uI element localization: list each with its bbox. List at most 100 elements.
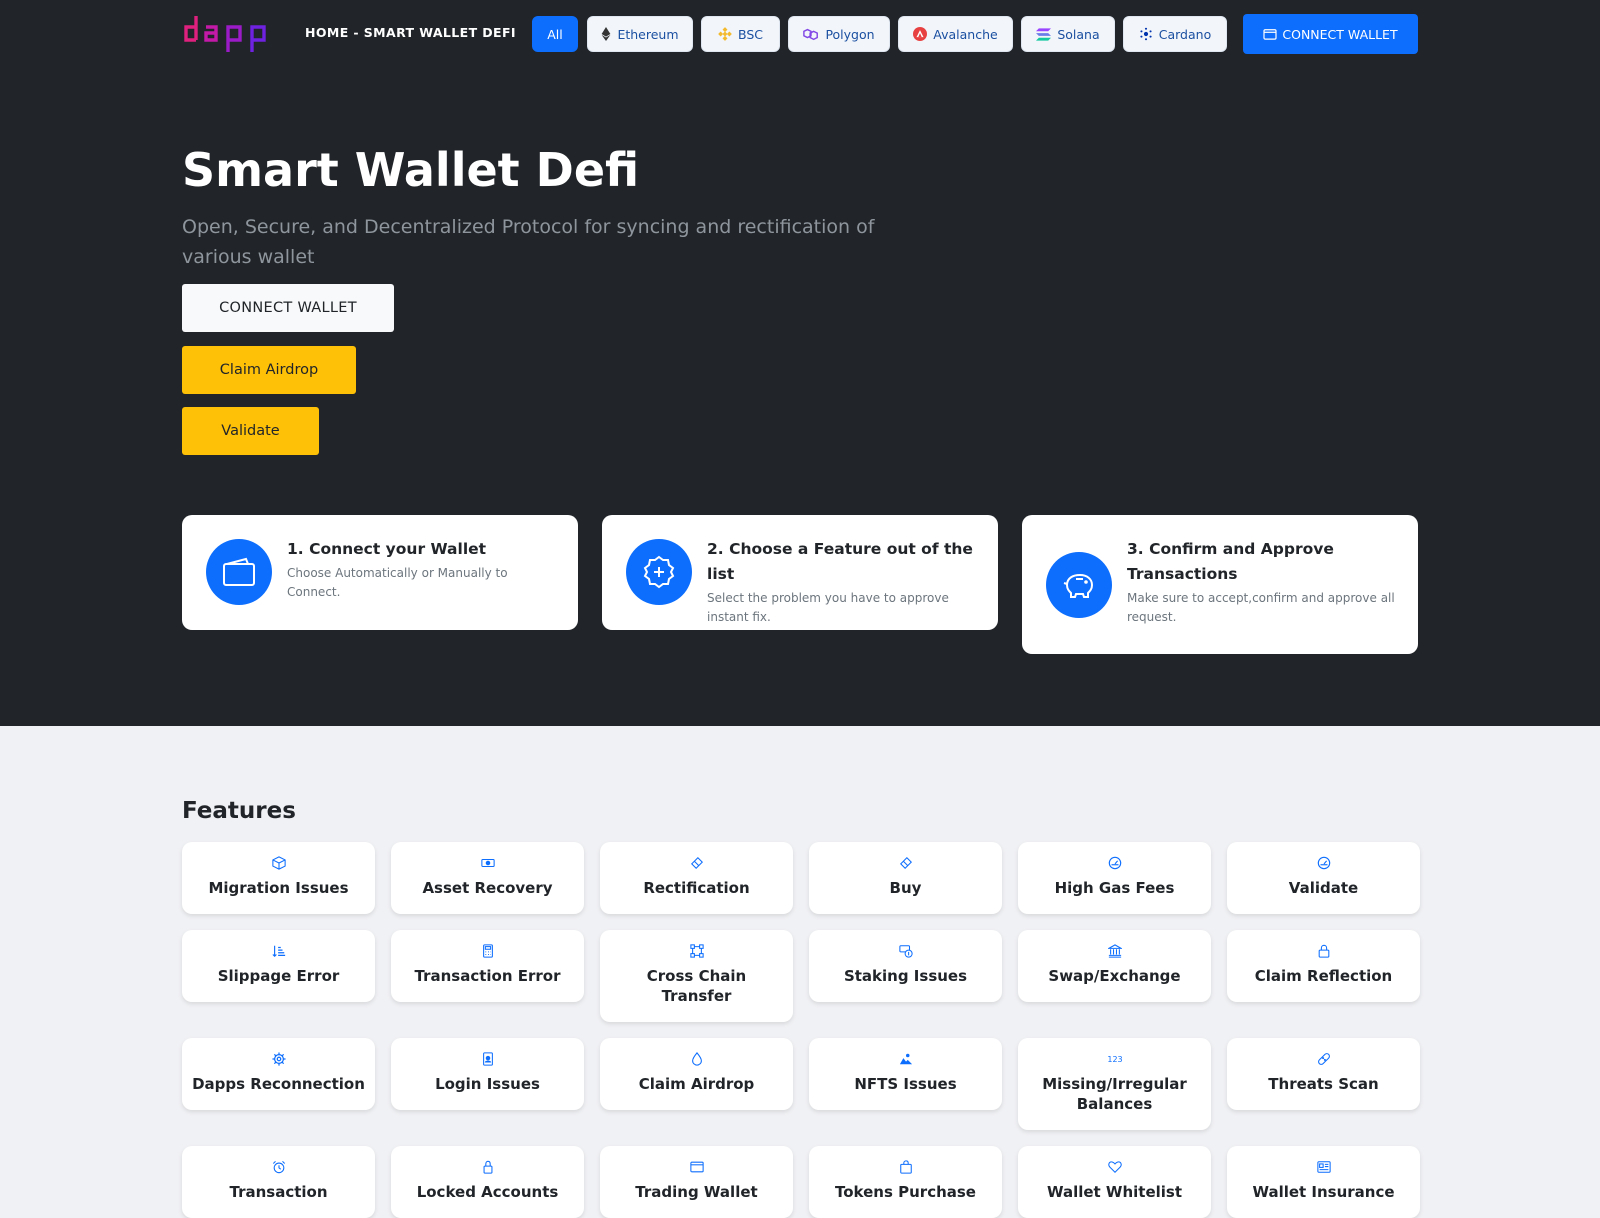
lock-icon: [483, 1160, 492, 1174]
chain-filter-solana[interactable]: Solana: [1021, 16, 1115, 52]
tag-icon: [899, 857, 912, 869]
alarm-icon: [272, 1160, 285, 1174]
chain-label: Cardano: [1158, 26, 1212, 42]
ethereum-icon: [602, 27, 611, 41]
feature-card-staking-issues[interactable]: Staking Issues: [809, 930, 1002, 1002]
feature-card-trading-wallet[interactable]: Trading Wallet: [600, 1146, 793, 1218]
dapp-logo[interactable]: [182, 12, 272, 54]
droplet-icon: [691, 1052, 702, 1066]
feature-card-slippage-error[interactable]: Slippage Error: [182, 930, 375, 1002]
feature-label: Threats Scan: [1268, 1075, 1379, 1093]
feature-card-buy[interactable]: Buy: [809, 842, 1002, 914]
step-title: 2. Choose a Feature out of the list: [707, 540, 973, 583]
feature-label: High Gas Fees: [1054, 879, 1175, 897]
feature-label: Transaction: [229, 1183, 328, 1201]
feature-card-dapps-reconnection[interactable]: Dapps Reconnection: [182, 1038, 375, 1110]
step-description: Choose Automatically or Manually to Conn…: [287, 566, 508, 599]
step-text: 2. Choose a Feature out of the list Sele…: [707, 537, 980, 627]
feature-card-locked-accounts[interactable]: Locked Accounts: [391, 1146, 584, 1218]
feature-label: Dapps Reconnection: [192, 1075, 365, 1093]
feature-card-claim-airdrop[interactable]: Claim Airdrop: [600, 1038, 793, 1110]
feature-card-transaction-error[interactable]: Transaction Error: [391, 930, 584, 1002]
feature-card-validate[interactable]: Validate: [1227, 842, 1420, 914]
svg-text:123: 123: [1107, 1055, 1122, 1064]
coins-icon: [898, 945, 913, 958]
chain-label: Polygon: [825, 26, 875, 42]
feature-label: Validate: [1288, 879, 1359, 897]
feature-label: Migration Issues: [208, 879, 349, 897]
chain-filter-ethereum[interactable]: Ethereum: [587, 16, 693, 52]
nav-home-title[interactable]: HOME - SMART WALLET DEFI: [305, 25, 516, 40]
chain-filter-cardano[interactable]: Cardano: [1123, 16, 1227, 52]
chain-filter-bsc[interactable]: BSC: [701, 16, 780, 52]
box-icon: [271, 856, 286, 870]
wallet-icon: [1263, 29, 1277, 40]
plus-badge-icon: [643, 555, 675, 589]
feature-card-migration-issues[interactable]: Migration Issues: [182, 842, 375, 914]
feature-card-nfts-issues[interactable]: NFTS Issues: [809, 1038, 1002, 1110]
feature-card-high-gas-fees[interactable]: High Gas Fees: [1018, 842, 1211, 914]
eraser-icon: [690, 857, 703, 869]
step-description: Select the problem you have to approve i…: [707, 591, 949, 624]
feature-label: Missing/Irregular Balances: [1042, 1075, 1187, 1113]
chain-filter-all[interactable]: All: [532, 16, 578, 52]
feature-label: Transaction Error: [414, 967, 561, 985]
feature-label: Asset Recovery: [422, 879, 553, 897]
wallet-icon: [223, 557, 255, 586]
chain-label: Avalanche: [933, 26, 998, 42]
hero-section: Smart Wallet Defi Open, Secure, and Dece…: [0, 68, 1600, 726]
step-icon-circle: [206, 539, 272, 605]
hero-connect-wallet-button[interactable]: CONNECT WALLET: [182, 284, 394, 332]
feature-card-missing-irregular-balances[interactable]: 123 Missing/Irregular Balances: [1018, 1038, 1211, 1130]
step-title: 1. Connect your Wallet: [287, 540, 487, 558]
feature-card-wallet-insurance[interactable]: Wallet Insurance: [1227, 1146, 1420, 1218]
feature-label: Claim Reflection: [1254, 967, 1393, 985]
connect-wallet-label: CONNECT WALLET: [1282, 26, 1398, 42]
chain-label: All: [547, 26, 563, 42]
feature-label: Staking Issues: [843, 967, 968, 985]
feature-label: Wallet Insurance: [1252, 1183, 1395, 1201]
heart-icon: [1107, 1161, 1122, 1173]
feature-card-rectification[interactable]: Rectification: [600, 842, 793, 914]
step-card-confirm: 3. Confirm and Approve Transactions Make…: [1022, 515, 1418, 654]
bag-icon: [899, 1160, 912, 1174]
step-icon-circle: [1046, 552, 1112, 618]
chain-label: Solana: [1057, 26, 1100, 42]
bezier-icon: [689, 944, 704, 958]
chain-filter-polygon[interactable]: Polygon: [788, 16, 890, 52]
step-text: 1. Connect your Wallet Choose Automatica…: [287, 537, 560, 602]
connect-wallet-nav-button[interactable]: CONNECT WALLET: [1243, 14, 1418, 54]
calculator-icon: [482, 944, 493, 958]
feature-label: Slippage Error: [217, 967, 340, 985]
step-description: Make sure to accept,confirm and approve …: [1127, 591, 1395, 624]
solana-icon: [1036, 27, 1052, 41]
feature-card-tokens-purchase[interactable]: Tokens Purchase: [809, 1146, 1002, 1218]
feature-card-claim-reflection[interactable]: Claim Reflection: [1227, 930, 1420, 1002]
chain-filter-avalanche[interactable]: Avalanche: [898, 16, 1013, 52]
feature-card-wallet-whitelist[interactable]: Wallet Whitelist: [1018, 1146, 1211, 1218]
feature-card-login-issues[interactable]: Login Issues: [391, 1038, 584, 1110]
step-card-connect: 1. Connect your Wallet Choose Automatica…: [182, 515, 578, 630]
lock-icon: [1318, 944, 1329, 958]
bank-icon: [1107, 944, 1122, 958]
newspaper-icon: [1316, 1161, 1331, 1173]
feature-card-threats-scan[interactable]: Threats Scan: [1227, 1038, 1420, 1110]
feature-card-asset-recovery[interactable]: Asset Recovery: [391, 842, 584, 914]
gear-icon: [271, 1052, 286, 1066]
bandaid-icon: [1317, 1053, 1330, 1065]
step-text: 3. Confirm and Approve Transactions Make…: [1127, 537, 1400, 627]
feature-card-transaction[interactable]: Transaction: [182, 1146, 375, 1218]
feature-label: NFTS Issues: [854, 1075, 957, 1093]
id-badge-icon: [482, 1052, 493, 1066]
feature-label: Trading Wallet: [635, 1183, 758, 1201]
feature-card-swap-exchange[interactable]: Swap/Exchange: [1018, 930, 1211, 1002]
feature-label: Swap/Exchange: [1048, 967, 1181, 985]
feature-label: Login Issues: [435, 1075, 540, 1093]
hero-claim-airdrop-button[interactable]: Claim Airdrop: [182, 346, 356, 394]
feature-card-cross-chain-transfer[interactable]: Cross Chain Transfer: [600, 930, 793, 1022]
numbers-123-icon: 123: [1107, 1055, 1122, 1064]
hero-validate-button[interactable]: Validate: [182, 407, 319, 455]
feature-label: Wallet Whitelist: [1046, 1183, 1183, 1201]
features-grid: Migration Issues Asset Recovery Rectific…: [182, 842, 1420, 1218]
feature-label: Cross Chain Transfer: [646, 967, 747, 1005]
